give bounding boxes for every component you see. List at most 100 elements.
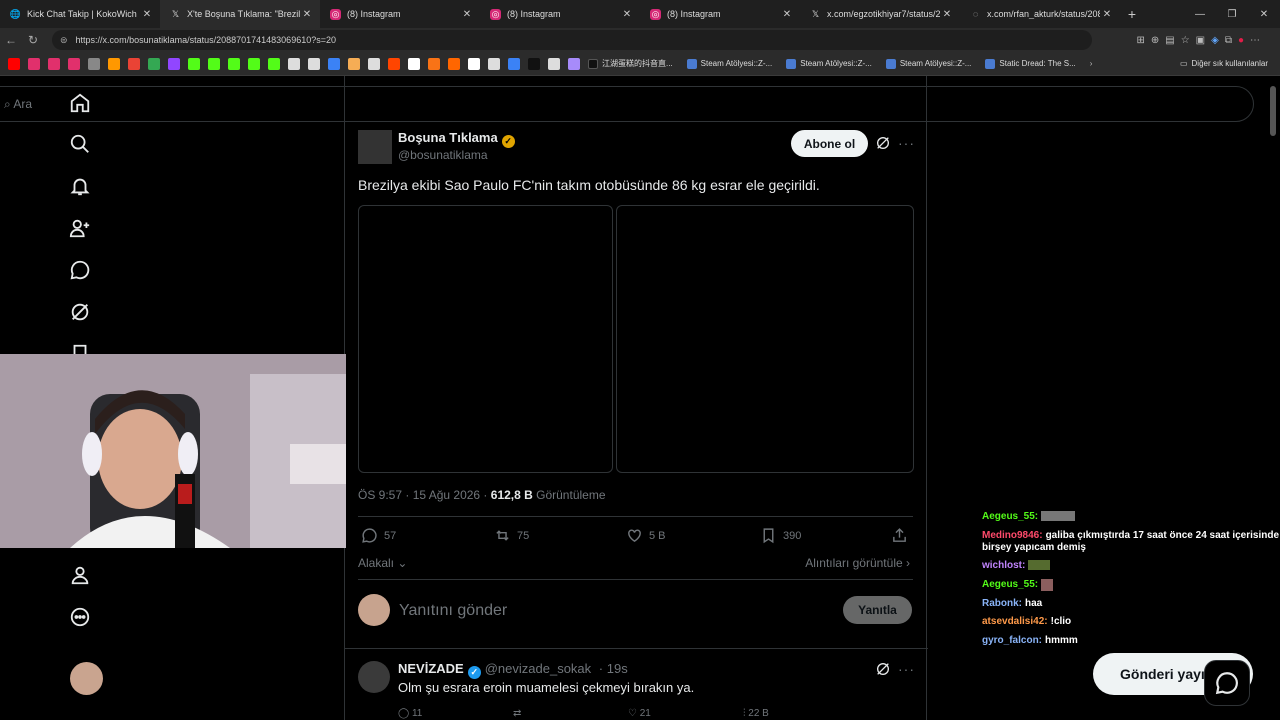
- tweet-timestamp[interactable]: ÖS 9:57 · 15 Ağu 2026 ·: [358, 488, 491, 502]
- more-options-icon[interactable]: [64, 601, 96, 633]
- explore-icon[interactable]: [64, 128, 96, 160]
- bookmark-favicon[interactable]: [508, 57, 520, 70]
- browser-tab[interactable]: ◎ (8) Instagram ✕: [640, 0, 800, 28]
- media-image[interactable]: [358, 205, 613, 473]
- heart-icon[interactable]: ♡ 21: [628, 708, 651, 719]
- bookmark-favicon[interactable]: [428, 57, 440, 70]
- bookmark-tiktok[interactable]: 江湖蛋糕的抖音直...: [588, 58, 673, 69]
- browser-tab[interactable]: ◌ x.com/rfan_akturk/status/2088749 ✕: [960, 0, 1120, 28]
- reply-author-avatar[interactable]: [358, 661, 390, 693]
- zoom-icon[interactable]: ⊕: [1151, 35, 1159, 46]
- bookmark-favicon[interactable]: [388, 57, 400, 70]
- more-icon[interactable]: ···: [898, 135, 915, 151]
- bookmark-favicon[interactable]: [208, 57, 220, 70]
- url-field[interactable]: ⊜ https://x.com/bosunatiklama/status/208…: [52, 30, 1260, 50]
- bookmark-favicon[interactable]: [548, 57, 560, 70]
- sidebar-icon[interactable]: ▣: [1196, 35, 1205, 46]
- reload-icon[interactable]: ↻: [22, 33, 44, 47]
- extensions-icon[interactable]: ⊞: [1136, 35, 1144, 46]
- subscribe-button[interactable]: Abone ol: [791, 130, 868, 157]
- close-icon[interactable]: ✕: [300, 9, 314, 20]
- home-icon[interactable]: [64, 87, 96, 119]
- messages-icon[interactable]: [64, 254, 96, 286]
- chevron-right-icon[interactable]: ›: [1090, 59, 1093, 68]
- browser-tab-active[interactable]: 𝕏 X'te Boşuna Tıklama: "Brezilya ekibi ✕: [160, 0, 320, 28]
- view-quotes-link[interactable]: Alıntıları görüntüle ›: [805, 556, 910, 570]
- bookmark-favicon[interactable]: [288, 57, 300, 70]
- restore-icon[interactable]: ❐: [1216, 0, 1248, 28]
- reply-icon[interactable]: ◯ 11: [398, 708, 422, 719]
- bookmark-favicon[interactable]: [348, 57, 360, 70]
- other-bookmarks[interactable]: ▭ Diğer sık kullanılanlar: [1180, 59, 1268, 68]
- reply-author[interactable]: NEVİZADE ✓ @nevizade_sokak · 19s: [398, 661, 628, 679]
- repost-icon[interactable]: ⇄: [513, 708, 521, 719]
- bookmark-favicon[interactable]: [488, 57, 500, 70]
- bookmark-favicon[interactable]: [128, 57, 140, 70]
- reply-action[interactable]: 57: [361, 527, 396, 544]
- bookmark-favicon[interactable]: [308, 57, 320, 70]
- bookmark-steam[interactable]: Static Dread: The S...: [985, 58, 1076, 69]
- bookmark-favicon[interactable]: [28, 57, 40, 70]
- related-dropdown[interactable]: Alakalı ⌄: [358, 556, 407, 570]
- browser-tab[interactable]: 𝕏 x.com/egzotikhiyar7/status/20889 ✕: [800, 0, 960, 28]
- bookmark-steam[interactable]: Steam Atölyesi::Z-...: [786, 58, 872, 69]
- author-avatar[interactable]: [358, 130, 392, 164]
- puzzle-icon[interactable]: ⧉: [1225, 35, 1232, 46]
- author-name[interactable]: Boşuna Tıklama ✓: [398, 130, 515, 148]
- bookmark-favicon[interactable]: [8, 57, 20, 70]
- close-icon[interactable]: ✕: [460, 9, 474, 20]
- search-input[interactable]: ⌕ Ara: [4, 97, 32, 112]
- minimize-icon[interactable]: —: [1184, 0, 1216, 28]
- bookmark-action[interactable]: 390: [760, 527, 801, 544]
- reader-icon[interactable]: ▤: [1165, 35, 1174, 46]
- back-icon[interactable]: ←: [0, 33, 22, 47]
- browser-tab[interactable]: ◎ (8) Instagram ✕: [320, 0, 480, 28]
- bookmark-favicon[interactable]: [528, 57, 540, 70]
- reply-input[interactable]: Yanıtını gönder: [399, 602, 507, 620]
- reply-button[interactable]: Yanıtla: [843, 596, 912, 624]
- more-icon[interactable]: ···: [898, 661, 915, 677]
- author-handle[interactable]: @bosunatiklama: [398, 148, 488, 162]
- bookmark-favicon[interactable]: [448, 57, 460, 70]
- grok-icon[interactable]: [64, 296, 96, 328]
- repost-action[interactable]: 75: [494, 527, 529, 544]
- bookmark-favicon[interactable]: [568, 57, 580, 70]
- bookmark-favicon[interactable]: [48, 57, 60, 70]
- bookmark-favicon[interactable]: [328, 57, 340, 70]
- bookmark-favicon[interactable]: [468, 57, 480, 70]
- star-icon[interactable]: ☆: [1181, 35, 1190, 46]
- close-icon[interactable]: ✕: [940, 9, 954, 20]
- bookmark-favicon[interactable]: [68, 57, 80, 70]
- close-icon[interactable]: ✕: [1100, 9, 1114, 20]
- bookmark-favicon[interactable]: [228, 57, 240, 70]
- close-icon[interactable]: ✕: [140, 9, 154, 20]
- bookmark-favicon[interactable]: [268, 57, 280, 70]
- bookmark-steam[interactable]: Steam Atölyesi::Z-...: [686, 58, 772, 69]
- new-tab-button[interactable]: +: [1120, 0, 1144, 28]
- bookmark-favicon[interactable]: [168, 57, 180, 70]
- account-avatar[interactable]: [70, 662, 103, 695]
- menu-icon[interactable]: ⋯: [1250, 35, 1260, 46]
- close-icon[interactable]: ✕: [620, 9, 634, 20]
- follow-icon[interactable]: [64, 212, 96, 244]
- views-icon[interactable]: ⫶ 22 B: [743, 708, 769, 719]
- bookmark-favicon[interactable]: [108, 57, 120, 70]
- media-image[interactable]: [616, 205, 914, 473]
- grok-icon[interactable]: [875, 135, 891, 151]
- messages-drawer-icon[interactable]: [1204, 660, 1250, 706]
- bookmark-favicon[interactable]: [368, 57, 380, 70]
- scrollbar[interactable]: [1270, 86, 1276, 136]
- bookmark-favicon[interactable]: [408, 57, 420, 70]
- bookmark-favicon[interactable]: [88, 57, 100, 70]
- site-info-icon[interactable]: ⊜: [60, 35, 68, 46]
- notifications-icon[interactable]: [64, 170, 96, 202]
- bookmark-favicon[interactable]: [188, 57, 200, 70]
- profile-icon[interactable]: [64, 559, 96, 591]
- grok-icon[interactable]: [875, 661, 891, 677]
- browser-tab[interactable]: ◎ (8) Instagram ✕: [480, 0, 640, 28]
- close-window-icon[interactable]: ✕: [1248, 0, 1280, 28]
- browser-tab[interactable]: 🌐 Kick Chat Takip | KokoWich ✕: [0, 0, 160, 28]
- close-icon[interactable]: ✕: [780, 9, 794, 20]
- bookmark-favicon[interactable]: [148, 57, 160, 70]
- profile-icon[interactable]: ●: [1238, 35, 1244, 46]
